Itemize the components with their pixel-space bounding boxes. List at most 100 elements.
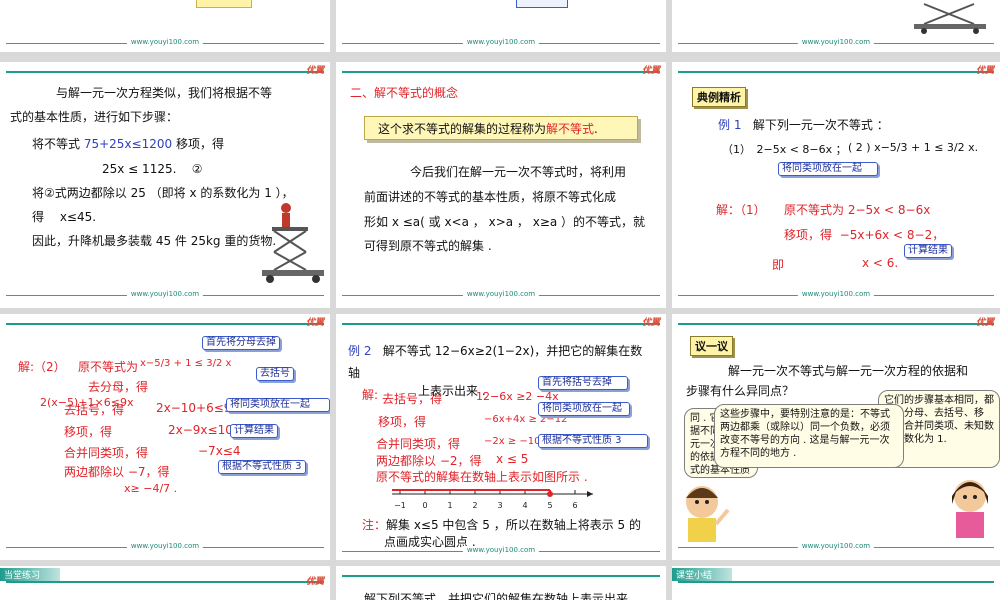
section-heading: 二、解不等式的概念: [350, 86, 459, 100]
slide-top-right: www.youyi100.com: [672, 0, 1000, 52]
solution-line: 去括号，得: [382, 392, 443, 406]
solution-label: 解:（2）: [18, 360, 66, 374]
tick-label: −1: [394, 501, 406, 510]
paragraph-line: 式的基本性质，进行如下步骤：: [10, 110, 179, 124]
solution-result: x ≤ 5: [496, 452, 529, 466]
tick-label: 6: [572, 501, 577, 510]
hint-callout: 计算结果: [904, 244, 952, 258]
slide-top-mid: www.youyi100.com: [336, 0, 666, 52]
note-line: 注：解集 x≤5 中包含 5 ，所以在数轴上将表示 5 的: [362, 518, 641, 532]
solution-line: 原不等式的解集在数轴上表示如图所示 .: [376, 470, 588, 484]
solution-result: x < 6.: [862, 256, 899, 270]
number-line: −1 0 1 2 3 4 5 6: [392, 489, 593, 510]
footer-url: www.youyi100.com: [797, 38, 875, 46]
question-line: 解一元一次不等式与解一元一次方程的依据和: [728, 364, 969, 378]
paragraph-line: 将②式两边都除以 25 （即将 x 的系数化为 1 ），: [32, 186, 294, 200]
slide-bottom-left: 当堂练习 优翼: [0, 566, 330, 600]
slide-discussion: 优翼 议一议 解一元一次不等式与解一元一次方程的依据和 步骤有什么异同点？ 同 …: [672, 314, 1000, 560]
hint-callout: 计算结果: [230, 424, 278, 438]
tick-label: 4: [522, 501, 527, 510]
question-line: 轴: [348, 366, 361, 380]
tick-label: 3: [497, 501, 502, 510]
logo: 优翼: [305, 66, 324, 76]
logo: 优翼: [641, 66, 660, 76]
axis-arrow: [587, 491, 593, 497]
solid-point: [547, 491, 553, 497]
solution-line: 去括号，得: [64, 403, 125, 417]
question-line: 步骤有什么异同点？: [686, 384, 795, 398]
lift-worker-icon: [262, 203, 324, 283]
question-2: ( 2 ) x−5/3 + 1 ≤ 3/2 x.: [848, 141, 979, 154]
slide-example-1-part2: 优翼 首先将分母去掉 解:（2） 原不等式为 x−5/3 + 1 ≤ 3/2 x…: [0, 314, 330, 560]
paragraph-line: 今后我们在解一元一次不等式时，将利用: [410, 165, 627, 179]
slide-example-1: 优翼 典例精析 例 1 解下列一元一次不等式 ： （1） 2−5x < 8−6x…: [672, 62, 1000, 308]
solution-line: −2x ≥ −10: [484, 436, 541, 447]
paragraph-line: 形如 x ≤a( 或 x<a ， x>a ， x≥a ）的不等式，就: [364, 215, 646, 229]
section-tag: 议一议: [690, 336, 733, 356]
paragraph-line: 将不等式 75+25x≤1200 移项，得: [32, 137, 224, 151]
paragraph-line: 与解一元一次方程类似，我们将根据不等: [56, 86, 273, 100]
tick-label: 1: [447, 501, 452, 510]
callout-fragment: [516, 0, 568, 8]
footer-url: www.youyi100.com: [462, 290, 540, 298]
equation: 25x ≤ 1125. ②: [102, 162, 203, 176]
solution-line: 原不等式为: [78, 360, 139, 374]
solution-line: 移项，得: [378, 415, 427, 429]
example-title: 例 2 解不等式 12−6x≥2(1−2x)，并把它的解集在数: [348, 344, 643, 358]
footer-url: www.youyi100.com: [126, 38, 204, 46]
tick-label: 2: [472, 501, 477, 510]
exercise-text: 解下列不等式，并把它们的解集在数轴上表示出来: [364, 592, 629, 600]
paragraph-line: 前面讲述的不等式的基本性质，将原不等式化成: [364, 190, 617, 204]
tick-label: 5: [547, 501, 552, 510]
section-title: 课堂小结: [676, 571, 713, 581]
solution-line: 移项，得 −5x+6x < 8−2，: [784, 228, 945, 242]
footer-url: www.youyi100.com: [797, 542, 875, 550]
slide-lift-example: 优翼 与解一元一次方程类似，我们将根据不等 式的基本性质，进行如下步骤： 将不等…: [0, 62, 330, 308]
boy-icon: [686, 486, 730, 542]
footer-url: www.youyi100.com: [462, 38, 540, 46]
solution-label: 解：（1）: [716, 203, 766, 217]
solution-line: 合并同类项，得: [64, 446, 149, 460]
solution-result: x≥ −4/7 .: [124, 482, 178, 495]
solution-label: 解:: [362, 388, 379, 402]
logo: 优翼: [975, 318, 994, 328]
solution-line: 两边都除以 −2，得: [376, 454, 482, 468]
hint-callout: 将同类项放在一起: [778, 162, 878, 176]
hint-callout: 根据不等式性质 3: [218, 460, 306, 474]
slide-bottom-right: 课堂小结: [672, 566, 1000, 600]
footer-url: www.youyi100.com: [462, 546, 540, 554]
logo: 优翼: [305, 577, 324, 587]
solution-line: 原不等式为 2−5x < 8−6x: [784, 203, 931, 217]
hint-callout: 首先将分母去掉: [202, 336, 280, 350]
speech-bubble: 这些步骤中，要特别注意的是：不等式两边都乘（或除以）同一个负数，必须改变不等号的…: [714, 404, 904, 468]
solution-line: 即: [772, 258, 785, 272]
solution-line: x−5/3 + 1 ≤ 3/2 x: [140, 358, 232, 369]
tick-label: 0: [422, 501, 427, 510]
hint-callout: 首先将括号去掉: [538, 376, 628, 390]
solution-line: −7x≤4: [198, 444, 241, 458]
paragraph-line: 可得到原不等式的解集 .: [364, 239, 492, 253]
section-tag: 典例精析: [692, 87, 746, 107]
logo: 优翼: [641, 318, 660, 328]
logo: 优翼: [975, 66, 994, 76]
footer-url: www.youyi100.com: [797, 290, 875, 298]
section-title: 当堂练习: [4, 571, 41, 581]
solution-line: 合并同类项，得: [376, 437, 461, 451]
highlight-box: [196, 0, 252, 8]
solution-line: 移项，得: [64, 425, 113, 439]
hint-callout: 根据不等式性质 3: [538, 434, 648, 448]
footer-url: www.youyi100.com: [126, 290, 204, 298]
solution-line: 两边都除以 −7，得: [64, 465, 170, 479]
definition-text: 这个求不等式的解集的过程称为解不等式.: [378, 122, 598, 136]
slide-example-2: 优翼 例 2 解不等式 12−6x≥2(1−2x)，并把它的解集在数 轴 上表示…: [336, 314, 666, 560]
lift-icon: [914, 3, 986, 34]
question-1: （1） 2−5x < 8−6x ；: [722, 143, 847, 156]
slide-concept: 优翼 二、解不等式的概念 这个求不等式的解集的过程称为解不等式. 今后我们在解一…: [336, 62, 666, 308]
footer-url: www.youyi100.com: [126, 542, 204, 550]
slide-bottom-mid: 解下列不等式，并把它们的解集在数轴上表示出来: [336, 566, 666, 600]
girl-icon: [952, 480, 988, 538]
solution-line: 去分母，得: [88, 380, 149, 394]
hint-callout: 将同类项放在一起: [538, 402, 630, 416]
logo: 优翼: [305, 318, 324, 328]
example-title: 例 1 解下列一元一次不等式 ：: [718, 118, 889, 132]
